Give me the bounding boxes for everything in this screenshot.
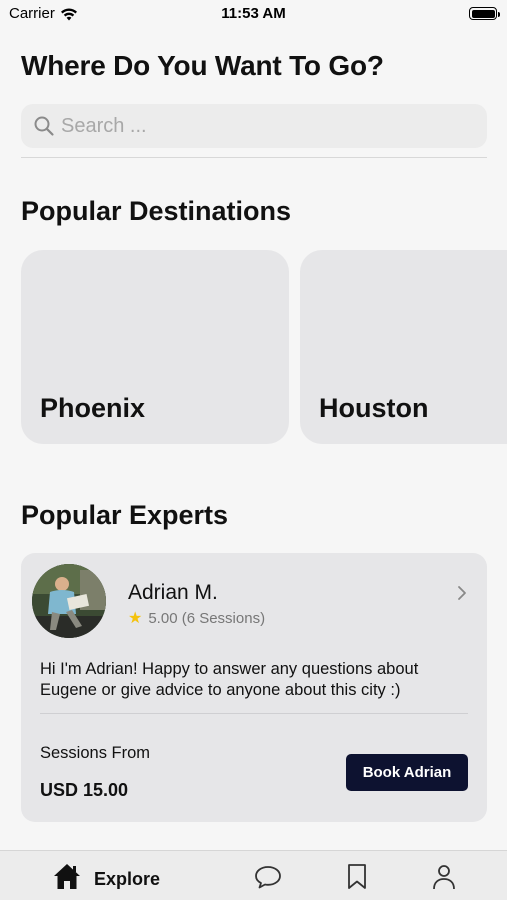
expert-name: Adrian M. [128,581,218,604]
expert-photo [32,564,106,638]
person-icon [433,865,455,890]
search-divider [21,157,487,158]
popular-destinations-heading: Popular Destinations [21,196,292,226]
chevron-right-icon[interactable] [455,583,469,603]
star-icon: ★ [128,610,143,627]
tab-explore-label: Explore [94,868,161,889]
tab-profile[interactable] [431,851,457,900]
destination-name: Phoenix [40,393,146,423]
avatar [32,564,106,638]
rating-text: 5.00 (6 Sessions) [148,609,266,627]
popular-experts-heading: Popular Experts [21,500,229,530]
tab-bar: Explore [0,850,507,900]
search-bar[interactable] [21,104,487,148]
destinations-carousel[interactable]: Phoenix Houston [21,250,507,444]
expert-rating: ★ 5.00 (6 Sessions) [128,608,265,628]
home-icon [54,864,80,889]
battery-icon [469,7,500,20]
sessions-price: USD 15.00 [40,780,129,800]
expert-divider [40,713,468,714]
expert-bio: Hi I'm Adrian! Happy to answer any quest… [40,660,419,699]
destination-name: Houston [319,393,429,423]
destination-card-houston[interactable]: Houston [300,250,507,444]
bookmark-icon [348,864,366,889]
chat-bubble-icon [255,866,281,889]
app-screen: Carrier 11:53 AM Where Do You Want To Go… [0,0,507,900]
search-input[interactable] [61,114,461,138]
book-expert-button[interactable]: Book Adrian [346,754,468,791]
tab-messages[interactable] [253,851,283,900]
expert-card[interactable]: Adrian M. ★ 5.00 (6 Sessions) Hi I'm Adr… [21,553,487,822]
sessions-from-label: Sessions From [40,744,151,762]
search-icon [34,116,54,136]
page-title: Where Do You Want To Go? [21,50,384,81]
status-time: 11:53 AM [221,5,286,22]
battery-level [471,9,495,18]
destination-card-phoenix[interactable]: Phoenix [21,250,289,444]
tab-explore[interactable]: Explore [52,851,160,900]
status-bar: Carrier 11:53 AM [0,0,507,30]
tab-saved[interactable] [345,851,369,900]
